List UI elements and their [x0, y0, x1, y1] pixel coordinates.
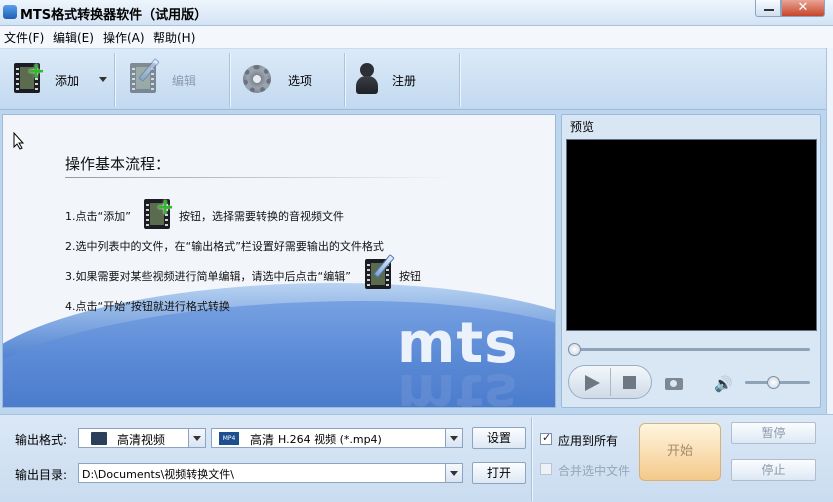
- chevron-down-icon: [99, 77, 107, 82]
- options-label: 选项: [288, 74, 313, 88]
- step-2: 2.选中列表中的文件，在“输出格式”栏设置好需要输出的文件格式: [65, 240, 384, 253]
- step-3-text-cont: 按钮: [399, 270, 421, 283]
- mts-logo-reflection: mts: [397, 361, 519, 408]
- plus-icon: +: [27, 59, 46, 84]
- options-button[interactable]: 选项: [231, 49, 343, 109]
- format-select[interactable]: MP4 高清 H.264 视频 (*.mp4): [211, 428, 463, 448]
- toolbar-separator: [459, 53, 460, 107]
- minimize-button[interactable]: [755, 0, 781, 17]
- title-bar: MTS格式转换器软件（试用版） ✕: [0, 0, 833, 26]
- window-title: MTS格式转换器软件（试用版）: [20, 8, 208, 23]
- toolbar-separator: [114, 53, 115, 107]
- add-button[interactable]: + 添加: [0, 49, 95, 109]
- format-category-select[interactable]: 高清视频: [78, 428, 206, 448]
- plus-icon: +: [156, 195, 175, 220]
- step-1: 1.点击“添加”: [65, 208, 131, 224]
- browse-button[interactable]: [445, 464, 462, 482]
- speaker-icon[interactable]: 🔊: [714, 375, 733, 393]
- output-panel: 输出格式: 高清视频 MP4 高清 H.264 视频 (*.mp4) 设置 输出…: [0, 414, 833, 502]
- playback-controls: [568, 365, 652, 399]
- mp4-icon: MP4: [219, 432, 239, 445]
- merge-checkbox[interactable]: [540, 463, 552, 475]
- edit-button[interactable]: 编辑: [116, 49, 228, 109]
- user-icon: [360, 63, 374, 77]
- output-dir-value: D:\Documents\视频转换文件\: [82, 468, 235, 481]
- add-dropdown-button[interactable]: [95, 49, 113, 109]
- open-button[interactable]: 打开: [472, 462, 526, 484]
- toolbar-separator: [344, 53, 345, 107]
- control-separator: [610, 368, 611, 396]
- stop-icon[interactable]: [623, 376, 636, 389]
- register-label: 注册: [392, 74, 417, 88]
- step-3: 3.如果需要对某些视频进行简单编辑，请选中后点击“编辑”: [65, 270, 351, 283]
- format-value-b: H.264 视频 (*.mp4): [278, 433, 382, 446]
- chevron-down-icon[interactable]: [188, 429, 205, 447]
- merge-label: 合并选中文件: [558, 464, 631, 478]
- format-value-a: 高清: [250, 433, 275, 447]
- add-label: 添加: [55, 74, 80, 88]
- format-category-value: 高清视频: [117, 433, 166, 447]
- preview-screen: [566, 139, 817, 331]
- settings-button[interactable]: 设置: [472, 427, 526, 449]
- play-icon[interactable]: [585, 375, 600, 391]
- output-dir-label: 输出目录:: [15, 468, 68, 482]
- seek-knob[interactable]: [568, 343, 581, 356]
- output-format-label: 输出格式:: [15, 433, 68, 447]
- hd-video-icon: [91, 432, 107, 445]
- gear-icon: [243, 65, 271, 93]
- apply-all-label: 应用到所有: [558, 434, 619, 448]
- toolbar: + 添加 编辑 选项 注册: [0, 48, 833, 110]
- pause-button[interactable]: 暂停: [731, 422, 816, 444]
- seek-bar[interactable]: [572, 348, 810, 351]
- step-1-text-cont: 按钮，选择需要转换的音视频文件: [179, 210, 344, 223]
- flow-divider: [65, 177, 455, 178]
- edit-label: 编辑: [172, 74, 197, 88]
- toolbar-separator: [229, 53, 230, 107]
- chevron-down-icon[interactable]: [445, 429, 462, 447]
- step-4: 4.点击“开始”按钮就进行格式转换: [65, 300, 230, 313]
- flow-title: 操作基本流程：: [65, 155, 171, 173]
- menu-bar: 文件(F) 编辑(E) 操作(A) 帮助(H): [0, 26, 833, 48]
- panel-separator: [531, 417, 532, 501]
- menu-edit[interactable]: 编辑(E): [53, 29, 94, 46]
- start-button[interactable]: 开始: [639, 423, 721, 481]
- step-1-text: 1.点击“添加”: [65, 210, 131, 223]
- app-icon: [3, 5, 17, 19]
- output-dir-field[interactable]: D:\Documents\视频转换文件\: [78, 463, 463, 483]
- info-panel: mts mts 操作基本流程： 1.点击“添加” + 按钮，选择需要转换的音视频…: [2, 114, 556, 408]
- preview-title: 预览: [570, 120, 595, 134]
- apply-all-checkbox[interactable]: [540, 431, 552, 445]
- stop-button[interactable]: 停止: [731, 459, 816, 481]
- volume-knob[interactable]: [767, 376, 780, 389]
- menu-operation[interactable]: 操作(A): [103, 29, 145, 46]
- menu-help[interactable]: 帮助(H): [153, 29, 195, 46]
- menu-file[interactable]: 文件(F): [4, 29, 44, 46]
- close-button[interactable]: ✕: [781, 0, 825, 17]
- preview-panel: 预览 🔊: [561, 114, 821, 408]
- snapshot-icon[interactable]: [665, 378, 683, 390]
- user-icon-body: [356, 76, 378, 94]
- register-button[interactable]: 注册: [346, 49, 458, 109]
